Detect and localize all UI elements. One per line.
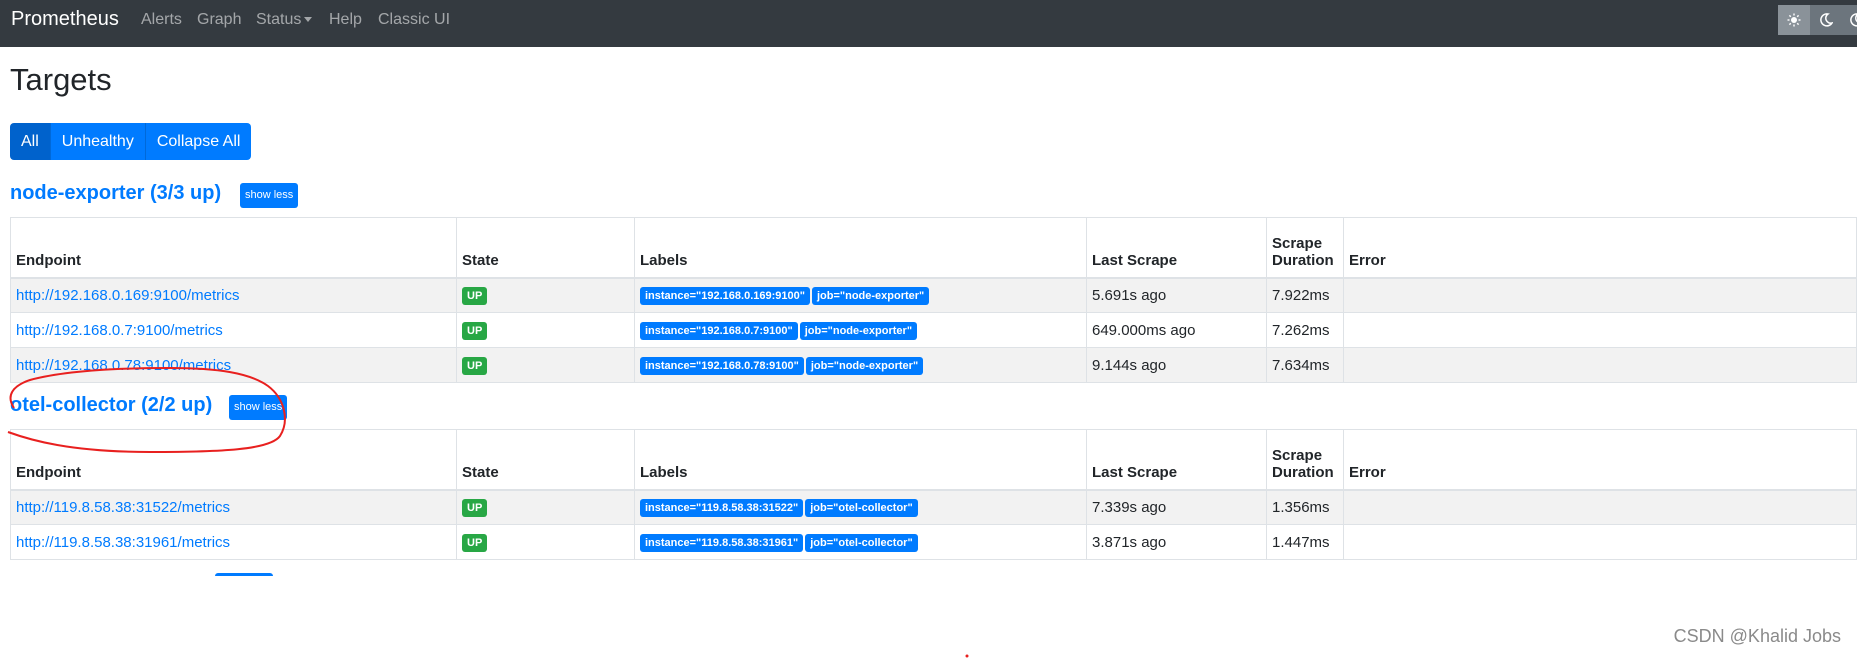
error-cell <box>1343 312 1857 348</box>
job-header-node-exporter[interactable]: node-exporter (3/3 up) <box>10 182 221 205</box>
theme-toggle <box>1778 5 1857 35</box>
state-badge: UP <box>462 286 488 305</box>
job-header-otel-collector[interactable]: otel-collector (2/2 up) <box>10 394 212 417</box>
dark-theme-button[interactable] <box>1810 5 1842 35</box>
col-scrape-duration-line2: Duration <box>1272 463 1334 481</box>
show-less-button[interactable]: show less <box>240 183 299 208</box>
col-scrape-duration-line1: Scrape <box>1272 234 1323 252</box>
moon-icon <box>1850 13 1857 27</box>
state-badge: UP <box>462 498 488 517</box>
annotation-dot <box>965 654 969 658</box>
targets-table-otel-collector: Endpoint State Labels Last Scrape Scrape… <box>10 429 1857 560</box>
chevron-down-icon <box>304 17 313 23</box>
target-filter-group: All Unhealthy Collapse All <box>10 123 252 160</box>
endpoint-link[interactable]: http://119.8.58.38:31522/metrics <box>16 499 230 516</box>
col-scrape-duration-line1: Scrape <box>1272 446 1323 464</box>
state-badge: UP <box>462 533 488 552</box>
label-badge-job: job="node-exporter" <box>811 286 930 305</box>
col-error: Error <box>1343 429 1857 491</box>
page-title: Targets <box>10 62 112 97</box>
label-badge-job: job="node-exporter" <box>799 321 918 340</box>
scrape-duration-cell: 7.262ms <box>1266 312 1344 348</box>
top-navbar: Prometheus Alerts Graph Status Help Clas… <box>0 0 1857 47</box>
filter-unhealthy-button[interactable]: Unhealthy <box>50 123 146 160</box>
table-row: http://192.168.0.78:9100/metrics UP inst… <box>10 347 1857 383</box>
moon-icon <box>1820 13 1833 27</box>
light-theme-button[interactable] <box>1778 5 1810 35</box>
label-badge-instance: instance="192.168.0.7:9100" <box>640 321 798 340</box>
state-badge: UP <box>462 356 488 375</box>
targets-table-node-exporter: Endpoint State Labels Last Scrape Scrape… <box>10 217 1857 383</box>
endpoint-link[interactable]: http://192.168.0.7:9100/metrics <box>16 322 223 339</box>
nav-status[interactable]: Status <box>256 11 313 29</box>
watermark: CSDN @Khalid Jobs <box>1673 626 1841 646</box>
sun-icon <box>1787 13 1801 27</box>
table-row: http://192.168.0.7:9100/metrics UP insta… <box>10 312 1857 348</box>
scrape-duration-cell: 7.922ms <box>1266 277 1344 313</box>
label-badge-instance: instance="192.168.0.169:9100" <box>640 286 810 305</box>
nav-classic-ui[interactable]: Classic UI <box>378 11 450 29</box>
col-error: Error <box>1343 217 1857 279</box>
last-scrape-cell: 3.871s ago <box>1086 524 1267 560</box>
label-badge-job: job="node-exporter" <box>805 356 924 375</box>
col-last-scrape: Last Scrape <box>1086 429 1267 491</box>
last-scrape-cell: 7.339s ago <box>1086 489 1267 525</box>
col-labels: Labels <box>634 217 1087 279</box>
scrape-duration-cell: 1.447ms <box>1266 524 1344 560</box>
scrape-duration-cell: 1.356ms <box>1266 489 1344 525</box>
nav-alerts[interactable]: Alerts <box>141 11 182 29</box>
endpoint-link[interactable]: http://192.168.0.169:9100/metrics <box>16 287 239 304</box>
nav-status-label: Status <box>256 11 302 28</box>
label-badge-instance: instance="119.8.58.38:31961" <box>640 533 804 552</box>
nav-help[interactable]: Help <box>329 11 362 29</box>
label-badge-instance: instance="119.8.58.38:31522" <box>640 498 804 517</box>
filter-all-button[interactable]: All <box>10 123 51 160</box>
col-labels: Labels <box>634 429 1087 491</box>
error-cell <box>1343 524 1857 560</box>
browser-theme-button[interactable] <box>1840 5 1857 35</box>
label-badge-instance: instance="192.168.0.78:9100" <box>640 356 804 375</box>
endpoint-link[interactable]: http://192.168.0.78:9100/metrics <box>16 357 231 374</box>
col-endpoint: Endpoint <box>10 217 457 279</box>
endpoint-link[interactable]: http://119.8.58.38:31961/metrics <box>16 534 230 551</box>
col-last-scrape: Last Scrape <box>1086 217 1267 279</box>
collapse-all-button[interactable]: Collapse All <box>145 123 252 160</box>
show-less-button[interactable]: show less <box>229 395 288 420</box>
brand-link[interactable]: Prometheus <box>11 8 119 31</box>
table-row: http://192.168.0.169:9100/metrics UP ins… <box>10 277 1857 313</box>
label-badge-job: job="otel-collector" <box>805 533 918 552</box>
error-cell <box>1343 347 1857 383</box>
last-scrape-cell: 5.691s ago <box>1086 277 1267 313</box>
col-state: State <box>456 217 635 279</box>
col-scrape-duration: Scrape Duration <box>1266 429 1344 491</box>
state-badge: UP <box>462 321 488 340</box>
show-less-button-partial[interactable] <box>215 573 273 576</box>
table-row: http://119.8.58.38:31522/metrics UP inst… <box>10 489 1857 525</box>
nav-graph[interactable]: Graph <box>197 11 241 29</box>
col-scrape-duration-line2: Duration <box>1272 251 1334 269</box>
scrape-duration-cell: 7.634ms <box>1266 347 1344 383</box>
col-endpoint: Endpoint <box>10 429 457 491</box>
table-row: http://119.8.58.38:31961/metrics UP inst… <box>10 524 1857 560</box>
label-badge-job: job="otel-collector" <box>805 498 918 517</box>
col-scrape-duration: Scrape Duration <box>1266 217 1344 279</box>
last-scrape-cell: 649.000ms ago <box>1086 312 1267 348</box>
error-cell <box>1343 277 1857 313</box>
error-cell <box>1343 489 1857 525</box>
last-scrape-cell: 9.144s ago <box>1086 347 1267 383</box>
col-state: State <box>456 429 635 491</box>
